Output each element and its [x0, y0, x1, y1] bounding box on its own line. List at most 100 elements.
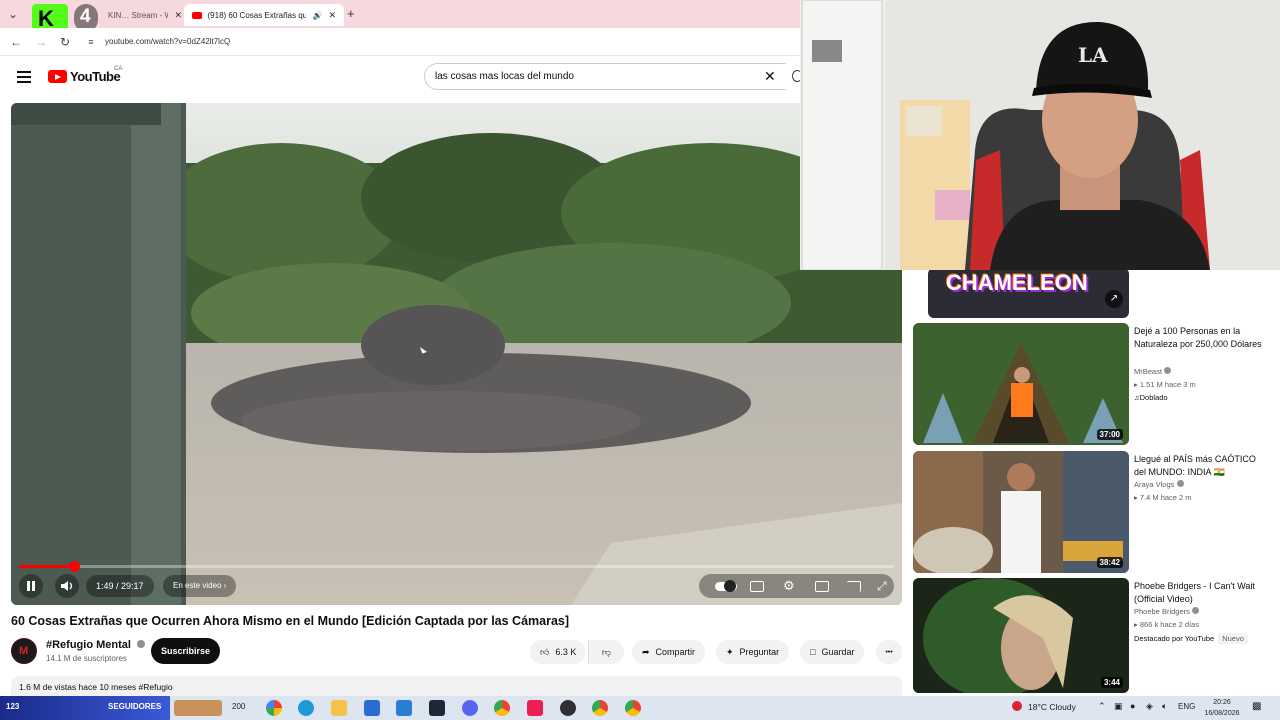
youtube-logo[interactable]: YouTube: [48, 69, 121, 84]
file-explorer-icon[interactable]: [331, 700, 347, 716]
share-button[interactable]: ➦ Compartir: [632, 640, 706, 664]
speaker-icon[interactable]: 🔈︎: [1162, 701, 1167, 712]
edge-browser-icon[interactable]: [298, 700, 314, 716]
verified-icon: [137, 640, 146, 648]
ask-button[interactable]: ✦ Preguntar: [716, 640, 790, 664]
thumbs-down-icon: 👎︎: [601, 646, 612, 657]
search-input[interactable]: las cosas mas locas del mundo ✕: [424, 63, 786, 90]
subtitles-icon[interactable]: [750, 579, 764, 593]
chrome-profile-icon[interactable]: [625, 700, 641, 716]
tab-kick-stream[interactable]: KIN… Stream - Watch Live ✕: [100, 4, 190, 26]
video-duration: 37:00: [1096, 429, 1123, 440]
channel-name[interactable]: #Refugio Mental: [46, 639, 146, 651]
pause-button[interactable]: [19, 574, 43, 598]
search-value: las cosas mas locas del mundo: [435, 71, 574, 82]
view-count-date: 1.6 M de vistas hace 10 meses #Refugio: [19, 682, 173, 692]
notifications-icon[interactable]: ▩: [1252, 701, 1261, 712]
discord-icon[interactable]: [462, 700, 478, 716]
tab-youtube[interactable]: (918) 60 Cosas Extrañas que 🔊 ✕: [184, 4, 344, 26]
overlay-counter: 123: [6, 702, 20, 711]
store-icon[interactable]: [364, 700, 380, 716]
views-and-age: 1.51 M hace 3 m: [1139, 380, 1196, 389]
channel-name-text: MrBeast: [1134, 367, 1162, 376]
progress-scrubber[interactable]: [68, 561, 80, 572]
site-settings-icon[interactable]: ≡: [84, 35, 98, 49]
tab-list-chevron-icon[interactable]: ⌄: [6, 7, 20, 21]
channel-name-text: Phoebe Bridgers: [1134, 607, 1190, 616]
system-clock[interactable]: 20:26 16/08/2026: [1200, 697, 1244, 719]
player-right-controls: ⚙ ⤢: [699, 574, 894, 598]
url-text[interactable]: youtube.com/watch?v=0dZ42lt7lcQ: [105, 37, 230, 46]
youtube-play-icon: [48, 70, 67, 83]
autoplay-toggle[interactable]: [715, 579, 737, 593]
microphone-icon[interactable]: ●: [1130, 701, 1135, 711]
taskbar: 123 SEGUIDORES 200 18°C Cloudy ⌃ ▣ ● ◈ 🔈…: [0, 696, 1280, 720]
more-actions-button[interactable]: •••: [876, 640, 902, 664]
steam-icon[interactable]: [429, 700, 445, 716]
menu-icon[interactable]: [17, 71, 31, 83]
dubbed-badge: ♫Doblado: [1134, 393, 1168, 402]
forward-arrow-icon[interactable]: →: [34, 35, 48, 49]
channel-avatar[interactable]: [11, 638, 37, 664]
tray-chevron-icon[interactable]: ⌃: [1098, 701, 1106, 712]
photos-app-icon[interactable]: [266, 700, 282, 716]
recommendation-item[interactable]: CHAMELEON ↗: [913, 268, 1273, 318]
dislike-button[interactable]: 👎︎: [588, 640, 624, 664]
clock-date: 16/08/2026: [1204, 710, 1240, 717]
subscriber-count: 14.1 M de suscriptores: [46, 654, 127, 663]
video-player[interactable]: 1:49 / 29:17 En este video › ⚙ ⤢: [11, 103, 902, 605]
like-button[interactable]: 👍︎ 6.3 K: [530, 640, 587, 664]
description-box[interactable]: 1.6 M de vistas hace 10 meses #Refugio: [11, 676, 902, 696]
reload-icon[interactable]: ↻: [58, 35, 72, 49]
tab-label: KIN… Stream - Watch Live: [108, 10, 169, 20]
like-count: 6.3 K: [555, 647, 577, 657]
weather-widget[interactable]: 18°C Cloudy: [1028, 702, 1076, 712]
progress-bar[interactable]: [19, 561, 894, 572]
recommendation-item[interactable]: 37:00 Dejé a 100 Personas en la Naturale…: [913, 323, 1273, 445]
obs-icon[interactable]: [560, 700, 576, 716]
channel-name-text: #Refugio Mental: [46, 639, 131, 651]
settings-gear-icon[interactable]: ⚙: [783, 579, 797, 593]
chrome-icon[interactable]: [494, 700, 510, 716]
video-title: 60 Cosas Extrañas que Ocurren Ahora Mism…: [11, 614, 570, 628]
youtube-tab-icon: [192, 11, 202, 19]
back-arrow-icon[interactable]: ←: [9, 35, 23, 49]
cast-icon[interactable]: [847, 579, 861, 593]
weather-alert-icon: [1012, 701, 1022, 711]
recommendation-title: Dejé a 100 Personas en la Naturaleza por…: [1134, 326, 1262, 349]
chapters-button[interactable]: En este video ›: [163, 575, 237, 597]
recommendation-channel[interactable]: MrBeast: [1134, 367, 1172, 376]
recommendation-item[interactable]: 3:44 Phoebe Bridgers - I Can't Wait (Off…: [913, 578, 1273, 693]
bookmark-icon: □: [810, 647, 816, 657]
recommendation-item[interactable]: 38:42 Llegué al PAÍS más CAÓTICO del MUN…: [913, 451, 1273, 573]
recommendation-meta: ▸ 1.51 M hace 3 m: [1134, 380, 1196, 389]
outlook-icon[interactable]: [396, 700, 412, 716]
stream-overlay-bar: 123 SEGUIDORES: [0, 696, 170, 720]
tray-app-icon[interactable]: ▣: [1114, 701, 1123, 712]
network-icon[interactable]: ◈: [1146, 701, 1153, 712]
save-button[interactable]: □ Guardar: [800, 640, 865, 664]
recommendation-channel[interactable]: Araya Vlogs: [1134, 480, 1184, 489]
fullscreen-icon[interactable]: ⤢: [877, 579, 891, 593]
webcam-overlay: LA: [800, 0, 1280, 270]
time-display: 1:49 / 29:17: [86, 575, 154, 597]
tab-close-icon[interactable]: ✕: [174, 10, 182, 21]
chrome-profile-icon[interactable]: [592, 700, 608, 716]
progress-bar-fill: [19, 565, 74, 568]
input-language[interactable]: ENG: [1178, 702, 1195, 711]
recommendation-channel[interactable]: Phoebe Bridgers: [1134, 607, 1199, 616]
thumbs-up-icon: 👍︎: [540, 646, 550, 657]
open-external-icon[interactable]: ↗: [1105, 290, 1123, 308]
clear-search-icon[interactable]: ✕: [764, 68, 776, 85]
video-thumbnail: 37:00: [913, 323, 1129, 445]
tiktok-icon[interactable]: [527, 700, 543, 716]
volume-button[interactable]: [55, 574, 79, 598]
new-tab-plus-icon[interactable]: +: [347, 6, 355, 21]
miniplayer-icon[interactable]: [815, 579, 829, 593]
browser-tab-bar: ⌄ K 4 KIN… Stream - Watch Live ✕ (918) 6…: [0, 0, 800, 32]
subscribe-button[interactable]: Suscribirse: [151, 638, 220, 664]
tab-close-icon[interactable]: ✕: [328, 10, 336, 21]
chevron-right-icon: ›: [223, 581, 227, 590]
webcam-feed: LA: [800, 0, 1280, 270]
video-duration: 3:44: [1100, 677, 1123, 688]
